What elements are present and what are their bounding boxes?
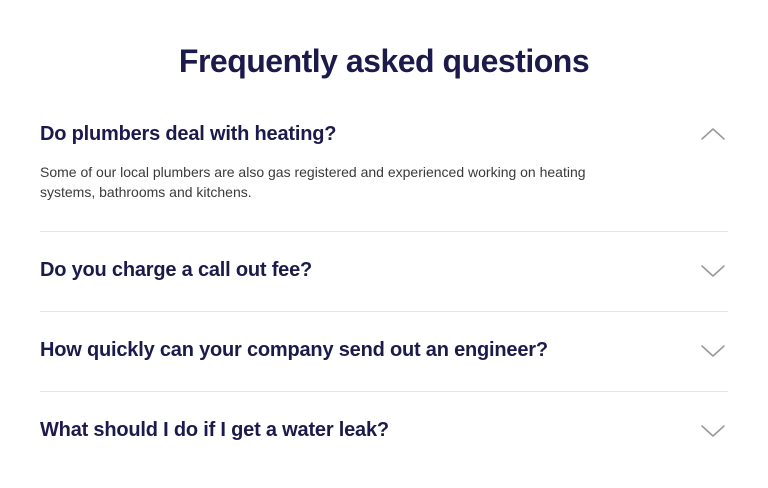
chevron-down-icon[interactable]	[700, 420, 726, 440]
faq-item: Do plumbers deal with heating? Some of o…	[40, 114, 728, 232]
faq-question: Do plumbers deal with heating?	[40, 123, 337, 145]
faq-question: What should I do if I get a water leak?	[40, 419, 389, 441]
faq-question-toggle[interactable]: What should I do if I get a water leak?	[40, 410, 728, 450]
faq-item: What should I do if I get a water leak?	[40, 410, 728, 471]
faq-answer: Some of our local plumbers are also gas …	[40, 164, 586, 200]
faq-question: How quickly can your company send out an…	[40, 339, 548, 361]
chevron-up-icon[interactable]	[700, 124, 726, 144]
faq-item: Do you charge a call out fee?	[40, 250, 728, 312]
faq-question-toggle[interactable]: How quickly can your company send out an…	[40, 330, 728, 370]
faq-question-toggle[interactable]: Do you charge a call out fee?	[40, 250, 728, 290]
chevron-down-icon[interactable]	[700, 340, 726, 360]
faq-section: Frequently asked questions Do plumbers d…	[0, 0, 768, 488]
faq-title: Frequently asked questions	[178, 43, 590, 79]
faq-question-toggle[interactable]: Do plumbers deal with heating?	[40, 114, 728, 154]
faq-question: Do you charge a call out fee?	[40, 259, 313, 281]
faq-item: How quickly can your company send out an…	[40, 330, 728, 392]
chevron-down-icon[interactable]	[700, 260, 726, 280]
